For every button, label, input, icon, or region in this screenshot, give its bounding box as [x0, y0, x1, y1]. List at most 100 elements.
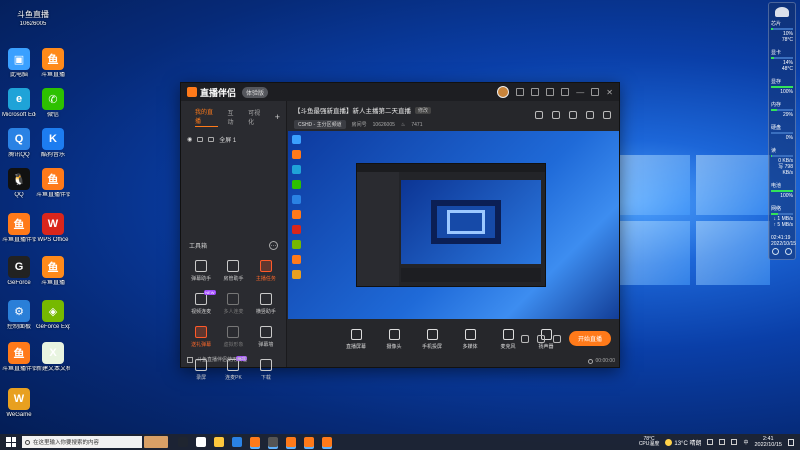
tool-item[interactable]: 弹幕助手 — [185, 260, 217, 282]
tool-item[interactable]: 房管助手 — [217, 260, 249, 282]
tab-my-live[interactable]: 我的直播 — [195, 107, 219, 127]
add-scene-icon[interactable]: + — [275, 112, 280, 122]
monitor-label: 网络 — [771, 206, 782, 212]
desktop-icon[interactable]: K 酷狗音乐 — [36, 128, 70, 159]
eye-icon[interactable]: ◉ — [187, 136, 192, 143]
notification-icon[interactable] — [788, 438, 794, 446]
monitor-row: 硬盘 0% — [771, 125, 793, 141]
scene-item[interactable]: ◉ 全屏 1 — [181, 131, 286, 148]
lock-icon[interactable] — [197, 137, 204, 142]
monitor-date-text: 2022/10/15 — [771, 241, 797, 247]
phone-cast-icon — [426, 329, 438, 340]
category-select[interactable]: CSHD - 主分区频道 — [294, 120, 346, 129]
tab-visual[interactable]: 可视化 — [248, 108, 266, 126]
preview-desktop-icons — [292, 135, 314, 285]
desktop-icon[interactable]: ◈ GeForce Experience — [36, 300, 70, 331]
taskbar-app-icon[interactable] — [178, 437, 188, 447]
taskbar-app-icon[interactable] — [304, 437, 314, 447]
desktop-icon[interactable]: G GeForce — [2, 256, 36, 287]
desktop-icon[interactable]: 鱼斗鱼直播 — [36, 48, 70, 79]
desktop-icon[interactable]: e Microsoft Edge — [2, 88, 36, 119]
weather-widget[interactable]: 13°C 晴朗 — [665, 438, 701, 447]
media-button[interactable]: 多媒体 — [458, 329, 482, 350]
taskbar-app-icon[interactable] — [196, 437, 206, 447]
desktop-icon[interactable]: 🐧 QQ — [2, 168, 36, 199]
record-icon[interactable] — [520, 334, 529, 343]
tool-item[interactable]: 横竖助手 — [250, 293, 282, 315]
share-icon[interactable] — [603, 111, 611, 119]
taskbar-clock[interactable]: 2:41 2022/10/15 — [754, 436, 782, 448]
monitor-moon-icon[interactable] — [785, 248, 792, 255]
main-area: 【斗鱼最强新直播】新人主播第二天直播 修改 CSHD - 主分区频道 房间号 1… — [288, 101, 619, 367]
tool-icon — [227, 293, 240, 305]
tutorial-notice[interactable]: 斗鱼直播伴侣使用教程 — [187, 356, 247, 363]
desktop-icon[interactable]: ▣ 此电脑 — [2, 48, 36, 79]
system-monitor-widget[interactable]: 芯片 10% 78°C 显卡 14% 48°C 显存 100% 内存 29% 硬盘 0% 读 0 KB/s… — [768, 2, 796, 260]
app-icon: Q — [8, 128, 30, 150]
live-settings-icon[interactable] — [552, 334, 561, 343]
maximize-icon[interactable] — [591, 88, 600, 96]
message-icon[interactable] — [531, 88, 540, 96]
desktop-icon-label: 斗鱼直播伴侣 — [2, 366, 36, 372]
phone-cast-button[interactable]: 手机投屏 — [420, 329, 444, 350]
microphone-button[interactable]: 麦克风 — [496, 329, 520, 350]
monitor-row: 读0 KB/s 写 798 KB/s — [771, 148, 793, 176]
clock-icon — [587, 358, 593, 364]
top-desktop-app[interactable]: 斗鱼直播 10626005 — [10, 8, 56, 28]
volume-icon[interactable] — [731, 439, 738, 445]
taskbar-app-icon[interactable] — [232, 437, 242, 447]
close-icon[interactable]: ✕ — [606, 88, 613, 97]
minimize-icon[interactable]: — — [576, 88, 584, 97]
live-preview[interactable] — [288, 131, 619, 339]
screen-capture-button[interactable]: 直播屏幕 — [344, 329, 368, 350]
network-icon[interactable] — [719, 439, 726, 445]
lock-room-icon[interactable] — [552, 111, 560, 119]
desktop-icon[interactable]: W WPS Office — [36, 213, 70, 244]
settings-icon[interactable] — [546, 88, 555, 96]
edit-title-button[interactable]: 修改 — [415, 106, 432, 114]
desktop-icon[interactable]: W WeGame — [2, 388, 36, 419]
tool-item[interactable]: 主播任务 — [250, 260, 282, 282]
monitor-theme-icon[interactable] — [772, 248, 779, 255]
taskbar-app-icon[interactable] — [214, 437, 224, 447]
start-live-button[interactable]: 开始直播 — [568, 331, 611, 346]
camera-button[interactable]: 摄像头 — [382, 329, 406, 350]
taskbar-app-icon[interactable] — [322, 437, 332, 447]
monitor-bar — [771, 86, 793, 88]
ime-icon[interactable]: 中 — [743, 439, 748, 446]
desktop-icon[interactable]: ⚙ 控制面板 — [2, 300, 36, 331]
start-button[interactable] — [4, 435, 18, 449]
desktop-icon-label: 微信 — [46, 112, 59, 118]
tool-item[interactable]: 虚拟形象 — [217, 326, 249, 348]
desktop-icon[interactable]: ✆ 微信 — [36, 88, 70, 119]
view-icon[interactable] — [536, 334, 545, 343]
calendar-icon[interactable] — [569, 111, 577, 119]
desktop-icon[interactable]: 鱼斗鱼直播 — [36, 256, 70, 287]
tab-interact[interactable]: 互动 — [227, 108, 239, 126]
tool-item[interactable]: 弹幕墙 — [250, 326, 282, 348]
gift-icon[interactable] — [535, 111, 543, 119]
more-tools-icon[interactable]: … — [269, 241, 278, 250]
desktop-icon[interactable]: Q 腾讯QQ — [2, 128, 36, 159]
desktop-icon[interactable]: 鱼斗鱼直播伴侣 — [2, 342, 36, 373]
desktop-icon[interactable]: X 新建文本文档 — [36, 342, 70, 373]
title-bar[interactable]: 直播伴侣 体验版 — ✕ — [181, 83, 619, 101]
user-avatar[interactable] — [497, 86, 510, 98]
tray-expand-icon[interactable] — [707, 439, 714, 445]
taskbar-app-icon[interactable] — [268, 437, 278, 447]
taskbar-search[interactable]: 在这里输入你要搜索的内容 — [22, 436, 142, 448]
tool-icon — [259, 293, 272, 305]
tool-item[interactable]: 下载 — [250, 359, 282, 381]
taskbar-app-icon[interactable] — [250, 437, 260, 447]
cpu-temp[interactable]: 78°C CPU温度 — [639, 436, 660, 448]
taskbar-app-icon[interactable] — [286, 437, 296, 447]
desktop-icon[interactable]: 鱼斗鱼直播伴侣 — [36, 168, 70, 199]
bell-icon[interactable] — [586, 111, 594, 119]
monitor-value: 29% — [782, 112, 793, 118]
menu-icon[interactable] — [561, 88, 570, 96]
tool-item[interactable]: 送礼弹幕 — [185, 326, 217, 348]
desktop-icon[interactable]: 鱼斗鱼直播伴侣 — [2, 213, 36, 244]
skin-icon[interactable] — [516, 88, 525, 96]
tool-item[interactable]: 多人连麦 — [217, 293, 249, 315]
tool-item[interactable]: NEW 视频连麦 — [185, 290, 217, 315]
